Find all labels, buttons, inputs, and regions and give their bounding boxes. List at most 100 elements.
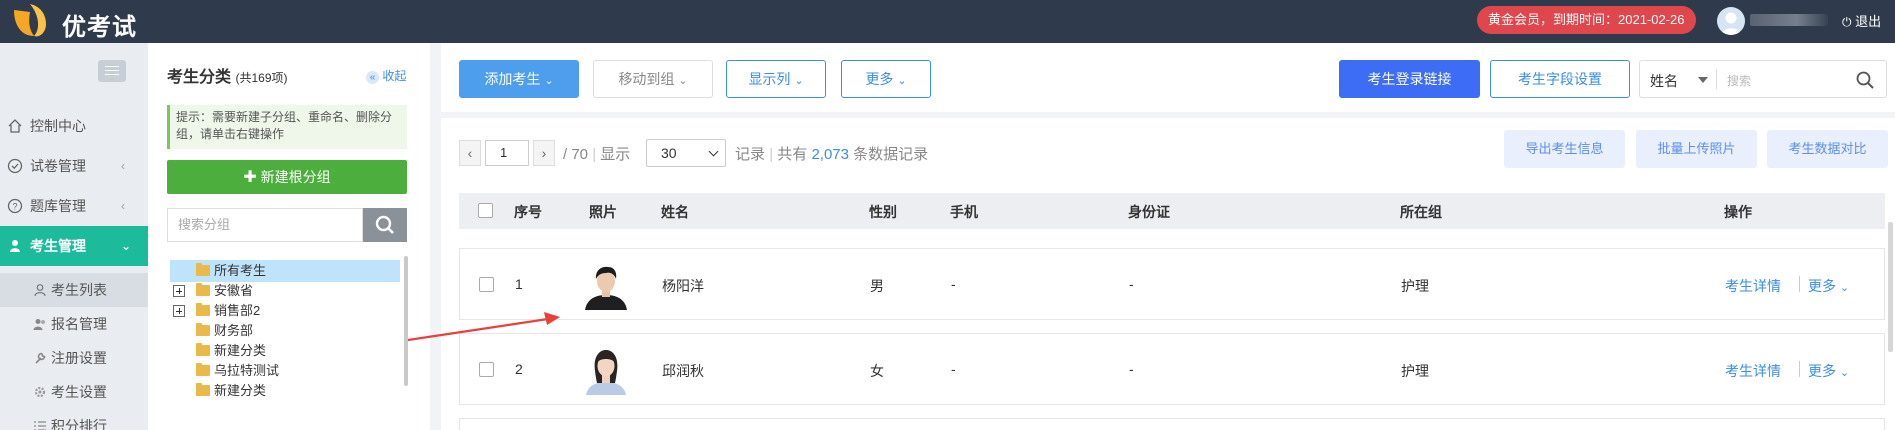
chevron-left-icon: ‹ xyxy=(121,159,125,173)
more-button[interactable]: 更多 ⌄ xyxy=(841,60,931,98)
row-more-label: 更多 xyxy=(1808,363,1836,379)
category-search-button[interactable] xyxy=(363,208,407,242)
next-page-button[interactable]: › xyxy=(533,140,555,166)
collapse-panel-link[interactable]: « 收起 xyxy=(366,67,406,84)
category-count: (共169项) xyxy=(235,71,288,85)
chevron-down-icon: ⌄ xyxy=(897,75,907,87)
tree-item-sales2[interactable]: 销售部2 xyxy=(167,300,397,322)
candidate-detail-link[interactable]: 考生详情 xyxy=(1725,276,1781,296)
row-checkbox[interactable] xyxy=(479,362,494,377)
sub-item-register-settings[interactable]: 注册设置 xyxy=(0,341,148,375)
total-pages: / 70 xyxy=(563,146,589,163)
nav-item-dashboard[interactable]: 控制中心 xyxy=(0,106,148,146)
candidate-group: 护理 xyxy=(1401,363,1429,379)
export-candidates-button[interactable]: 导出考生信息 xyxy=(1504,130,1625,168)
new-root-label: 新建根分组 xyxy=(260,169,331,185)
records-label: 记录 xyxy=(735,146,766,163)
svg-text:?: ? xyxy=(12,202,17,212)
add-candidate-button[interactable]: 添加考生 ⌄ xyxy=(459,60,579,98)
membership-badge[interactable]: 黄金会员，到期时间：2021-02-26 xyxy=(1477,6,1696,34)
candidate-detail-link[interactable]: 考生详情 xyxy=(1725,361,1781,381)
row-more-menu[interactable]: 更多 ⌄ xyxy=(1808,276,1849,296)
sub-item-registration[interactable]: 报名管理 xyxy=(0,307,148,341)
table-row[interactable]: 1 杨阳洋 男 - - 护理 考生详情 更多 ⌄ xyxy=(459,248,1885,320)
nav-item-exams[interactable]: 试卷管理 ‹ xyxy=(0,146,148,186)
search-icon[interactable] xyxy=(1855,70,1875,90)
main-scrollbar[interactable] xyxy=(1888,222,1893,352)
candidate-login-link-button[interactable]: 考生登录链接 xyxy=(1339,60,1480,98)
category-panel-title: 考生分类 (共169项) xyxy=(167,63,287,87)
table-row[interactable] xyxy=(459,418,1885,430)
select-all-checkbox[interactable] xyxy=(478,203,493,218)
search-separator xyxy=(1716,69,1717,89)
tree-item-new-category[interactable]: 新建分类 xyxy=(167,380,397,402)
app-logo[interactable] xyxy=(0,0,57,43)
logout-button[interactable]: ⏻ 退出 xyxy=(1842,11,1881,30)
per-page-select[interactable]: 30 xyxy=(646,139,726,167)
top-bar: 优考试 黄金会员，到期时间：2021-02-26 ⏻ 退出 xyxy=(0,0,1895,43)
page-number-input[interactable]: 1 xyxy=(485,140,529,166)
tree-item-finance[interactable]: 财务部 xyxy=(167,320,397,342)
column-header: 序号 xyxy=(514,204,542,220)
search-field-select[interactable]: 姓名 xyxy=(1650,71,1678,91)
row-more-menu[interactable]: 更多 ⌄ xyxy=(1808,361,1849,381)
chevron-down-icon: ⌄ xyxy=(121,239,132,253)
tree-item-wulate-test[interactable]: 乌拉特测试 xyxy=(167,360,397,382)
total-prefix: 共有 xyxy=(777,146,808,163)
table-row[interactable]: 2 邱润秋 女 - - 护理 考生详情 更多 ⌄ xyxy=(459,333,1885,405)
collapse-label: 收起 xyxy=(382,69,407,83)
sub-item-label: 报名管理 xyxy=(51,316,107,332)
row-checkbox[interactable] xyxy=(479,277,494,292)
expand-plus-icon[interactable] xyxy=(173,285,185,297)
move-to-group-button[interactable]: 移动到组 ⌄ xyxy=(593,60,713,98)
column-header: 性别 xyxy=(869,204,897,220)
tree-item-all-candidates[interactable]: 所有考生 xyxy=(170,260,400,282)
column-header: 所在组 xyxy=(1400,204,1442,220)
chevron-down-icon: ⌄ xyxy=(794,75,804,87)
tree-item-new-category[interactable]: 新建分类 xyxy=(167,340,397,362)
candidate-phone: - xyxy=(951,361,956,377)
sidebar-toggle-button[interactable] xyxy=(98,60,126,82)
prev-page-button[interactable]: ‹ xyxy=(459,140,481,166)
display-columns-button[interactable]: 显示列 ⌄ xyxy=(726,60,826,98)
category-tip: 提示：需要新建子分组、重命名、删除分组，请单击右键操作 xyxy=(167,105,407,149)
nav-item-candidates[interactable]: 考生管理 ⌄ xyxy=(0,226,148,266)
candidate-id-card: - xyxy=(1129,276,1134,292)
category-title-text: 考生分类 xyxy=(167,69,232,86)
candidate-search-group: 姓名 搜索 xyxy=(1639,60,1887,98)
tree-item-label: 新建分类 xyxy=(214,343,267,358)
tree-item-anhui[interactable]: 安徽省 xyxy=(167,280,397,302)
show-label: 显示 xyxy=(600,146,631,163)
row-more-label: 更多 xyxy=(1808,278,1836,294)
expand-plus-icon[interactable] xyxy=(173,305,185,317)
tree-item-label: 财务部 xyxy=(214,323,254,338)
category-panel: 考生分类 (共169项) « 收起 提示：需要新建子分组、重命名、删除分组，请单… xyxy=(148,43,430,430)
candidate-data-compare-button[interactable]: 考生数据对比 xyxy=(1767,130,1888,168)
add-candidate-label: 添加考生 xyxy=(484,71,541,87)
user-avatar[interactable] xyxy=(1717,7,1745,35)
more-label: 更多 xyxy=(865,71,894,87)
candidate-name: 邱润秋 xyxy=(662,363,704,379)
nav-item-label: 试卷管理 xyxy=(30,158,86,174)
nav-item-question-bank[interactable]: ? 题库管理 ‹ xyxy=(0,186,148,226)
column-header: 照片 xyxy=(589,204,617,220)
batch-upload-photos-button[interactable]: 批量上传照片 xyxy=(1636,130,1757,168)
category-search-input[interactable]: 搜索分组 xyxy=(167,208,363,242)
candidate-photo[interactable] xyxy=(581,345,631,395)
sub-item-candidate-list[interactable]: 考生列表 xyxy=(0,273,148,307)
candidate-photo[interactable] xyxy=(581,260,631,310)
check-circle-icon xyxy=(7,158,23,174)
new-root-group-button[interactable]: ✚ 新建根分组 xyxy=(167,160,407,194)
annotation-arrow-icon xyxy=(407,312,560,342)
candidate-phone: - xyxy=(951,276,956,292)
total-suffix: 条数据记录 xyxy=(853,146,929,163)
sub-item-points-ranking[interactable]: 积分排行 xyxy=(0,409,148,430)
candidate-field-settings-button[interactable]: 考生字段设置 xyxy=(1490,60,1630,98)
candidate-gender: 男 xyxy=(870,278,884,294)
sub-item-candidate-settings[interactable]: 考生设置 xyxy=(0,375,148,409)
nav-item-label: 题库管理 xyxy=(30,198,86,214)
column-header: 手机 xyxy=(950,204,978,220)
username-redacted[interactable] xyxy=(1750,14,1828,26)
candidate-search-input[interactable]: 搜索 xyxy=(1727,72,1751,89)
folder-icon xyxy=(196,363,210,376)
